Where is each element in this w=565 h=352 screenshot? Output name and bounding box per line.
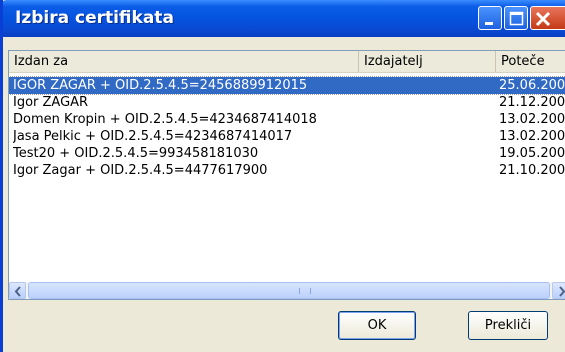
maximize-button[interactable]: [504, 6, 528, 30]
expires-cell: 13.02.200: [499, 112, 565, 127]
issued-to-cell: Igor ZAGAR: [13, 95, 89, 110]
table-row[interactable]: Igor Zagar + OID.2.5.4.5=4477617900 21.1…: [9, 162, 565, 179]
scroll-thumb[interactable]: [28, 282, 550, 299]
horizontal-scrollbar[interactable]: [9, 282, 565, 299]
table-row[interactable]: Test20 + OID.2.5.4.5=993458181030 19.05.…: [9, 145, 565, 162]
table-row[interactable]: Domen Kropin + OID.2.5.4.5=4234687414018…: [9, 111, 565, 128]
scroll-right-icon: [559, 286, 565, 297]
expires-cell: 13.02.200: [499, 129, 565, 144]
issued-to-cell: Test20 + OID.2.5.4.5=993458181030: [13, 146, 259, 161]
issued-to-cell: Domen Kropin + OID.2.5.4.5=4234687414018: [13, 112, 317, 127]
column-header-expires[interactable]: Poteče: [496, 51, 565, 72]
issued-to-cell: Igor Zagar + OID.2.5.4.5=4477617900: [13, 163, 268, 178]
column-header-issued-to[interactable]: Izdan za: [9, 51, 359, 72]
close-button[interactable]: [530, 6, 565, 30]
title-bar[interactable]: Izbira certifikata: [3, 0, 565, 37]
column-header-issuer[interactable]: Izdajatelj: [359, 51, 496, 72]
ok-button[interactable]: OK: [338, 311, 416, 340]
minimize-button[interactable]: [478, 6, 502, 30]
scroll-left-button[interactable]: [9, 282, 26, 299]
scroll-right-button[interactable]: [552, 282, 565, 299]
table-row[interactable]: Jasa Pelkic + OID.2.5.4.5=4234687414017 …: [9, 128, 565, 145]
minimize-icon: [485, 22, 493, 25]
window-title: Izbira certifikata: [15, 8, 174, 28]
certificate-list[interactable]: Izdan za Izdajatelj Poteče IGOR ZAGAR + …: [8, 50, 565, 300]
close-icon: [535, 11, 551, 27]
table-row[interactable]: IGOR ZAGAR + OID.2.5.4.5=2456889912015 2…: [9, 76, 565, 95]
list-rows: IGOR ZAGAR + OID.2.5.4.5=2456889912015 2…: [9, 76, 565, 179]
list-header: Izdan za Izdajatelj Poteče: [9, 51, 565, 73]
issued-to-cell: IGOR ZAGAR + OID.2.5.4.5=2456889912015: [13, 78, 308, 93]
expires-cell: 19.05.200: [499, 146, 565, 161]
certificate-dialog: Izbira certifikata Izdan za Izdajatelj P…: [0, 0, 565, 352]
scroll-left-icon: [14, 286, 21, 297]
expires-cell: 21.10.200: [499, 163, 565, 178]
expires-cell: 25.06.200: [499, 78, 565, 93]
scroll-grip-icon: [299, 288, 311, 294]
maximize-icon: [509, 11, 524, 26]
issued-to-cell: Jasa Pelkic + OID.2.5.4.5=4234687414017: [13, 129, 293, 144]
table-row[interactable]: Igor ZAGAR 21.12.200: [9, 94, 565, 111]
cancel-button[interactable]: Prekliči: [468, 311, 548, 340]
expires-cell: 21.12.200: [499, 95, 565, 110]
